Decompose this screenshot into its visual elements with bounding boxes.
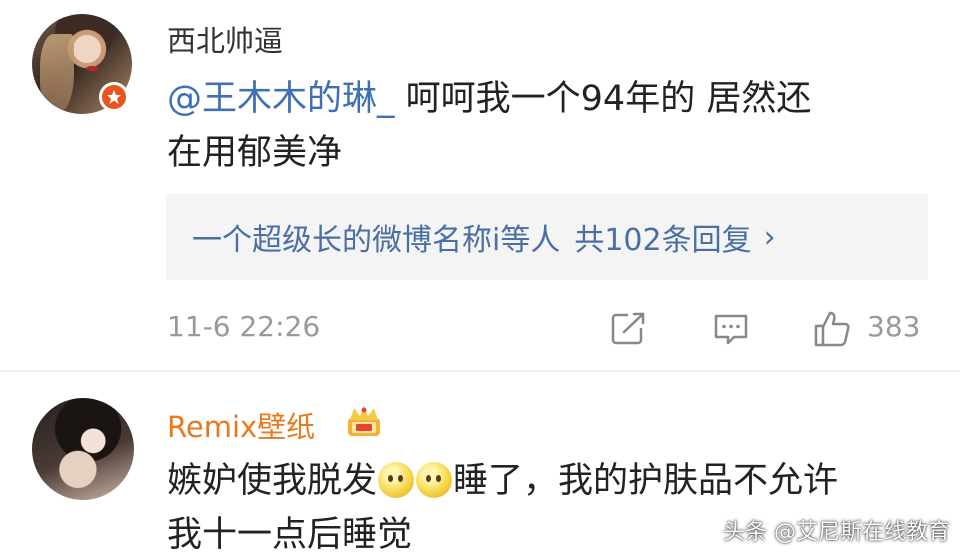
verified-badge-icon — [99, 82, 129, 112]
comment-meta-row: 11-6 22:26 383 — [167, 304, 931, 354]
comment-username[interactable]: 西北帅逼 — [167, 18, 283, 60]
thinking-emoji-icon — [416, 462, 453, 498]
reply-count: 共102条回复 — [574, 223, 752, 258]
comment-icon[interactable] — [712, 310, 750, 348]
comment-timestamp: 11-6 22:26 — [167, 310, 321, 343]
comment-text: 嫉妒使我脱发 睡了，我的护肤品不允许 — [167, 454, 838, 508]
comment-text-segment: 睡了，我的护肤品不允许 — [453, 461, 839, 501]
thinking-emoji-icon — [378, 462, 415, 498]
comment-username[interactable]: Remix壁纸 — [167, 404, 315, 446]
watermark: 头条 @艾尼斯在线教育 — [723, 520, 950, 545]
thumbs-up-icon[interactable] — [813, 310, 851, 348]
reply-author-name: 一个超级长的微博名称i等人 — [192, 223, 561, 258]
like-count: 383 — [867, 310, 921, 343]
avatar[interactable] — [32, 398, 134, 500]
comment-feed: 西北帅逼 @王木木的琳_ 呵呵我一个94年的 居然还 在用郁美净 一个超级长的微… — [0, 0, 960, 556]
comment-text-segment: 呵呵我一个94年的 居然还 — [405, 79, 812, 119]
replies-summary-link[interactable]: 一个超级长的微博名称i等人 共102条回复 › — [166, 194, 928, 280]
chevron-right-icon: › — [763, 219, 776, 255]
divider — [0, 370, 960, 372]
crown-icon — [344, 404, 384, 440]
comment-text-line: 在用郁美净 — [167, 133, 343, 173]
share-icon[interactable] — [610, 310, 648, 348]
comment-text: @王木木的琳_ 呵呵我一个94年的 居然还 — [167, 72, 811, 126]
comment-text-segment — [395, 79, 406, 119]
mention-link[interactable]: @王木木的琳_ — [167, 79, 395, 119]
comment-text-line: 我十一点后睡觉 — [167, 515, 413, 555]
comment-text-segment: 嫉妒使我脱发 — [167, 461, 378, 501]
